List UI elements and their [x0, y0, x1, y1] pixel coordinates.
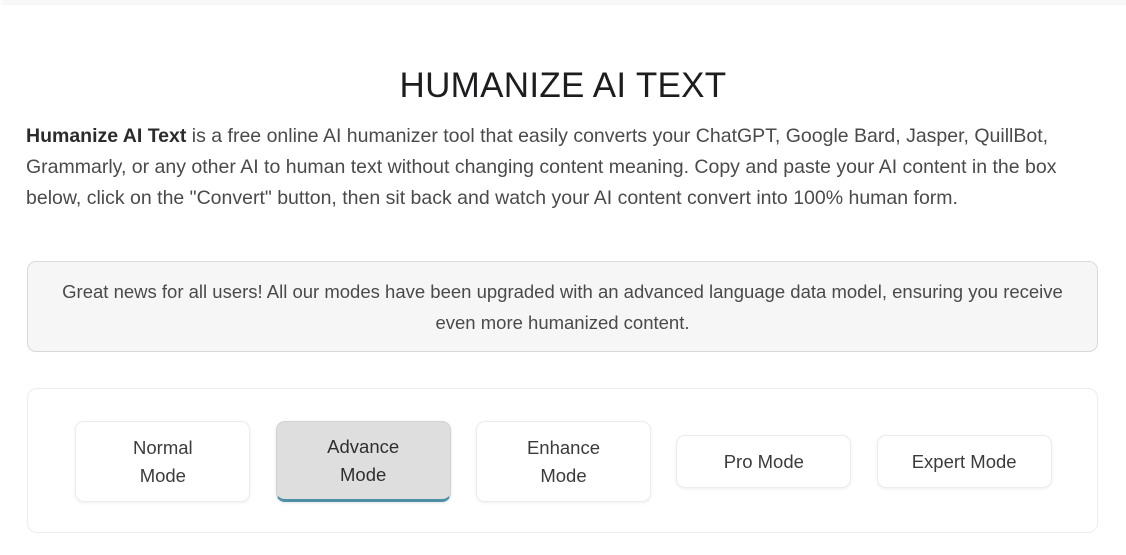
- intro-lead-bold: Humanize AI Text: [26, 124, 187, 147]
- mode-button-advance-mode[interactable]: Advance Mode: [275, 421, 451, 502]
- announcement-banner: Great news for all users! All our modes …: [27, 261, 1098, 352]
- mode-button-enhance-mode[interactable]: Enhance Mode: [475, 421, 651, 502]
- mode-selector-panel: Normal Mode Advance Mode Enhance Mode Pro M…: [27, 388, 1098, 533]
- mode-button-pro-mode[interactable]: Pro Mode: [676, 435, 852, 488]
- page-container: HUMANIZE AI TEXT Humanize AI Text is a f…: [0, 5, 1126, 555]
- announcement-text: Great news for all users! All our modes …: [62, 280, 1063, 333]
- mode-button-expert-mode[interactable]: Expert Mode: [876, 435, 1052, 488]
- mode-buttons-row: Normal Mode Advance Mode Enhance Mode Pro M…: [28, 389, 1099, 534]
- intro-paragraph: Humanize AI Text is a free online AI hum…: [26, 121, 1098, 215]
- mode-button-normal-mode[interactable]: Normal Mode: [75, 421, 251, 502]
- page-title: HUMANIZE AI TEXT: [399, 66, 727, 106]
